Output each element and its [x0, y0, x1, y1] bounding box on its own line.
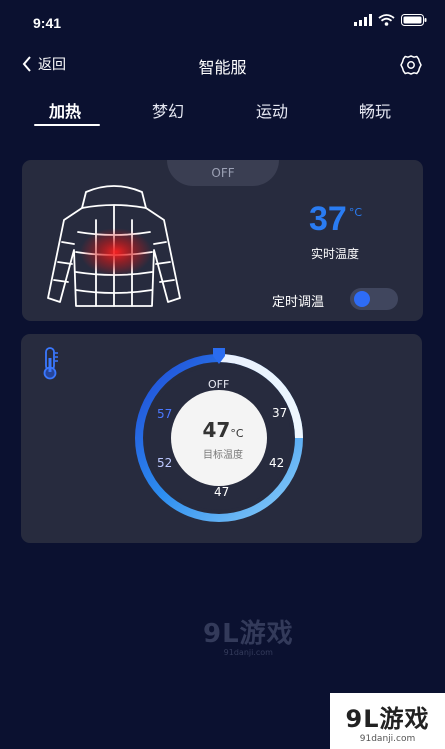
tab-play[interactable]: 畅玩: [359, 98, 391, 122]
watermark-site: 91danji.com: [223, 648, 273, 657]
status-icons: [354, 14, 427, 26]
thermometer-icon: [43, 347, 58, 380]
signal-icon: [354, 14, 372, 26]
target-temp-value: 47: [202, 418, 231, 442]
toggle-knob: [354, 291, 370, 307]
current-temp-label: 实时温度: [311, 247, 360, 261]
tab-sport[interactable]: 运动: [256, 98, 288, 122]
jacket-illustration: [47, 185, 181, 307]
center-watermark: 9L游戏 91danji.com: [203, 613, 294, 657]
target-temp-unit: °C: [230, 427, 244, 440]
target-temperature-card: OFF 37 42 47 52 57 47°C 目标温度: [21, 334, 422, 543]
battery-icon: [401, 14, 427, 26]
dial-tick-52: 52: [157, 456, 173, 470]
dial-off-label: OFF: [208, 378, 230, 391]
corner-watermark: 9L游戏 91danji.com: [330, 693, 445, 749]
status-time: 9:41: [33, 15, 62, 31]
wifi-icon: [378, 14, 395, 26]
dial-tick-42: 42: [269, 456, 285, 470]
target-temp: 47°C: [197, 418, 249, 442]
page-title: 智能服: [198, 58, 247, 77]
current-temp-value: 37: [309, 200, 347, 238]
corner-watermark-site: 91danji.com: [359, 733, 416, 744]
dial-tick-47: 47: [214, 485, 230, 499]
watermark-brand: 9L游戏: [203, 619, 294, 649]
settings-gear-icon[interactable]: [399, 53, 423, 77]
nav-bar: 返回 智能服: [0, 44, 445, 86]
current-temperature: 37 °C: [309, 200, 362, 239]
active-tab-indicator: [34, 124, 100, 126]
target-temp-label: 目标温度: [203, 450, 243, 461]
corner-watermark-brand: 9L游戏: [345, 704, 430, 733]
current-temp-unit: °C: [348, 206, 363, 219]
dial-tick-37: 37: [272, 406, 288, 420]
tab-heating[interactable]: 加热: [49, 98, 81, 122]
tab-bar: 加热 梦幻 运动 畅玩: [0, 92, 445, 132]
tab-dream[interactable]: 梦幻: [152, 98, 184, 122]
timer-label: 定时调温: [272, 295, 325, 310]
timer-toggle[interactable]: [350, 288, 398, 310]
status-bar: 9:41: [0, 0, 445, 44]
dial-tick-57: 57: [157, 407, 173, 421]
heating-status-card: OFF 37 °C 实时温度 定时调温: [22, 160, 423, 321]
